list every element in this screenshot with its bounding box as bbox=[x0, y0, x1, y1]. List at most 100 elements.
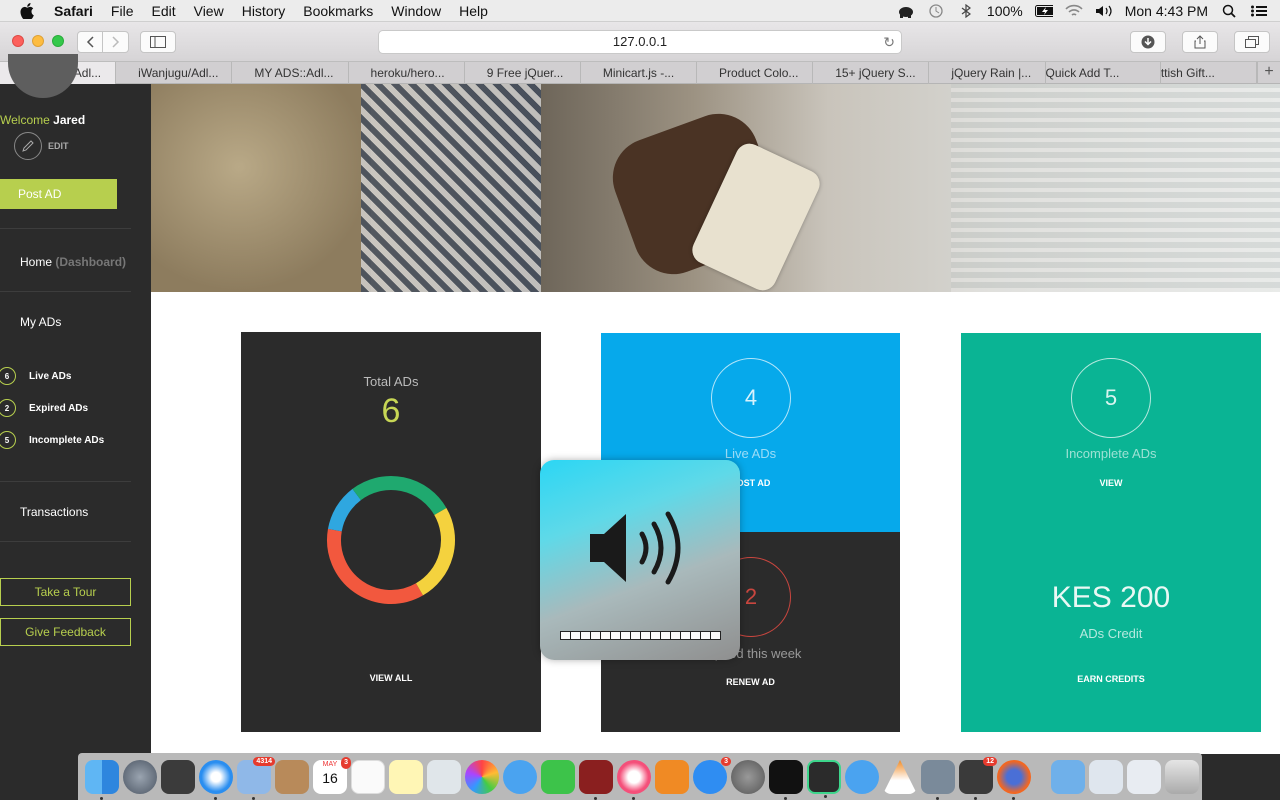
trash-icon[interactable] bbox=[1165, 760, 1199, 794]
firefox-icon[interactable] bbox=[997, 760, 1031, 800]
view-incomplete-link[interactable]: VIEW bbox=[961, 478, 1261, 488]
time-machine-icon[interactable] bbox=[927, 4, 945, 18]
volume-segment bbox=[711, 632, 720, 639]
address-bar[interactable]: 127.0.0.1 ↻ bbox=[378, 30, 902, 54]
messages-icon[interactable] bbox=[503, 760, 537, 794]
sidebar-item-home[interactable]: Home (Dashboard) bbox=[20, 255, 126, 269]
evernote-elephant-icon[interactable] bbox=[897, 4, 915, 18]
tab-jquery-s[interactable]: 15+ jQuery S... bbox=[813, 62, 930, 84]
back-button[interactable] bbox=[77, 31, 103, 53]
apple-menu-icon[interactable] bbox=[18, 0, 36, 22]
tab-bar: MY ADS::Adl... iWanjugu/Adl... MY ADS::A… bbox=[0, 62, 1280, 84]
notification-center-icon[interactable] bbox=[1250, 4, 1268, 18]
downloads-stack-icon[interactable] bbox=[1089, 760, 1123, 794]
tab-quick-add[interactable]: Quick Add T... bbox=[1046, 62, 1161, 84]
reminders-icon[interactable] bbox=[351, 760, 385, 794]
post-ad-button[interactable]: Post AD bbox=[0, 179, 117, 209]
menu-edit[interactable]: Edit bbox=[151, 3, 175, 19]
dashboard-sidebar: Welcome Jared EDIT Post AD Home (Dashboa… bbox=[0, 54, 151, 754]
menu-window[interactable]: Window bbox=[391, 3, 441, 19]
chevron-left-icon bbox=[86, 36, 94, 48]
earn-credits-link[interactable]: EARN CREDITS bbox=[961, 674, 1261, 684]
tab-product-color[interactable]: Product Colo... bbox=[697, 62, 814, 84]
image-capture-icon[interactable] bbox=[921, 760, 955, 800]
give-feedback-button[interactable]: Give Feedback bbox=[0, 618, 131, 646]
contacts-icon[interactable] bbox=[275, 760, 309, 794]
bluetooth-icon[interactable] bbox=[957, 4, 975, 18]
launchpad-icon[interactable] bbox=[123, 760, 157, 794]
notes-icon[interactable] bbox=[389, 760, 423, 794]
hero-image bbox=[151, 84, 1280, 292]
pycharm-icon[interactable] bbox=[807, 760, 841, 798]
downloads-button[interactable] bbox=[1130, 31, 1166, 53]
tab-jquery-rain[interactable]: jQuery Rain |... bbox=[929, 62, 1046, 84]
tab-gift[interactable]: ttish Gift... bbox=[1161, 62, 1257, 84]
menu-bookmarks[interactable]: Bookmarks bbox=[303, 3, 373, 19]
renew-ad-link[interactable]: RENEW AD bbox=[601, 677, 900, 687]
sidebar-item-expired-ads[interactable]: 2 Expired ADs bbox=[0, 399, 88, 417]
forward-button[interactable] bbox=[103, 31, 129, 53]
tab-heroku[interactable]: heroku/hero... bbox=[349, 62, 465, 84]
mission-control-icon[interactable] bbox=[161, 760, 195, 794]
tab-free-jquery[interactable]: 9 Free jQuer... bbox=[465, 62, 581, 84]
view-all-link[interactable]: VIEW ALL bbox=[241, 673, 541, 683]
spotlight-search-icon[interactable] bbox=[1220, 4, 1238, 18]
terminal-icon[interactable] bbox=[769, 760, 803, 800]
calendar-icon[interactable]: MAY 16 3 bbox=[313, 757, 351, 794]
show-sidebar-button[interactable] bbox=[140, 31, 176, 53]
photo-booth-icon[interactable] bbox=[579, 760, 613, 800]
sidebar-item-incomplete-ads[interactable]: 5 Incomplete ADs bbox=[0, 431, 104, 449]
vlc-icon[interactable] bbox=[883, 760, 917, 794]
sidebar-divider bbox=[0, 228, 131, 229]
sidebar-item-my-ads[interactable]: My ADs bbox=[20, 315, 61, 329]
finder-icon[interactable] bbox=[85, 760, 119, 800]
ibooks-icon[interactable] bbox=[655, 760, 689, 794]
menu-file[interactable]: File bbox=[111, 3, 134, 19]
total-ads-value: 6 bbox=[381, 392, 401, 430]
documents-stack-icon[interactable] bbox=[1127, 760, 1161, 794]
applications-folder-icon[interactable] bbox=[1051, 760, 1085, 794]
tab-my-ads-2[interactable]: MY ADS::Adl... bbox=[232, 62, 349, 84]
volume-icon[interactable] bbox=[1095, 4, 1113, 18]
menu-help[interactable]: Help bbox=[459, 3, 488, 19]
count-label: Expired ADs bbox=[29, 402, 89, 414]
tab-minicart[interactable]: Minicart.js -... bbox=[581, 62, 698, 84]
app-store-icon[interactable]: 3 bbox=[693, 757, 731, 794]
volume-segment bbox=[591, 632, 600, 639]
minimize-window-button[interactable] bbox=[32, 35, 44, 47]
new-tab-button[interactable]: + bbox=[1256, 62, 1280, 84]
fullscreen-window-button[interactable] bbox=[52, 35, 64, 47]
pencil-icon bbox=[14, 132, 42, 160]
system-preferences-icon[interactable] bbox=[731, 760, 765, 794]
menu-history[interactable]: History bbox=[242, 3, 286, 19]
volume-segment bbox=[701, 632, 710, 639]
close-window-button[interactable] bbox=[12, 35, 24, 47]
speaker-volume-icon bbox=[590, 511, 681, 585]
avatar[interactable] bbox=[8, 54, 78, 98]
photos-icon[interactable] bbox=[465, 760, 499, 794]
reload-icon[interactable]: ↻ bbox=[883, 31, 895, 53]
safari-icon[interactable] bbox=[199, 760, 233, 800]
show-all-tabs-button[interactable] bbox=[1234, 31, 1270, 53]
preview-icon[interactable] bbox=[427, 760, 461, 794]
sublime-text-icon[interactable]: 12 bbox=[959, 757, 997, 800]
mail-icon[interactable]: 4314 bbox=[237, 757, 275, 800]
welcome-prefix: Welcome bbox=[0, 113, 50, 127]
itunes-icon[interactable] bbox=[617, 760, 651, 800]
menu-view[interactable]: View bbox=[194, 3, 224, 19]
menubar-clock[interactable]: Mon 4:43 PM bbox=[1125, 3, 1208, 19]
live-ads-count: 4 bbox=[711, 358, 791, 438]
sequel-pro-icon[interactable] bbox=[845, 760, 879, 794]
battery-charging-icon[interactable] bbox=[1034, 4, 1053, 18]
facetime-icon[interactable] bbox=[541, 760, 575, 794]
tab-iwanjugu[interactable]: iWanjugu/Adl... bbox=[116, 62, 233, 84]
menu-app-name[interactable]: Safari bbox=[54, 3, 93, 19]
take-tour-button[interactable]: Take a Tour bbox=[0, 578, 131, 606]
wifi-icon[interactable] bbox=[1065, 4, 1083, 18]
dock: 4314 MAY 16 3 3 12 bbox=[78, 753, 1202, 800]
sidebar-divider bbox=[0, 541, 131, 542]
edit-profile-link[interactable]: EDIT bbox=[14, 132, 69, 160]
share-button[interactable] bbox=[1182, 31, 1218, 53]
sidebar-item-live-ads[interactable]: 6 Live ADs bbox=[0, 367, 71, 385]
sidebar-item-transactions[interactable]: Transactions bbox=[20, 505, 88, 519]
